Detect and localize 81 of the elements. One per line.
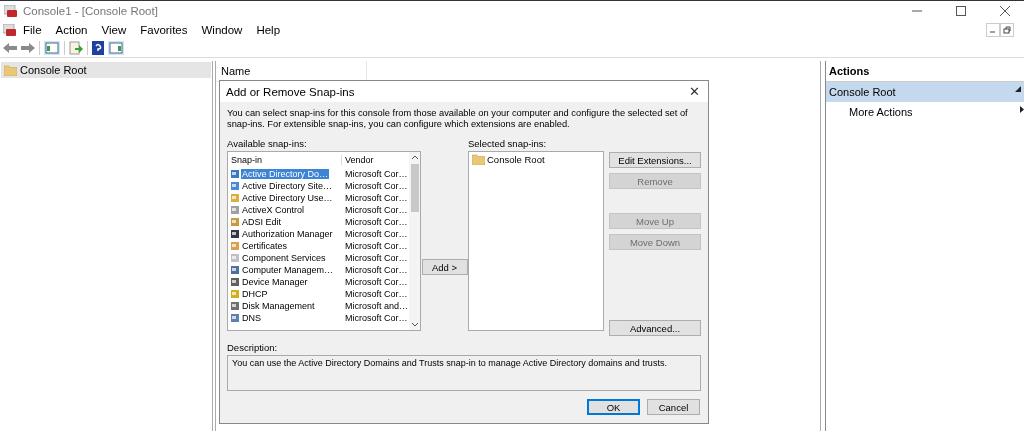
action-item[interactable]: More Actions [826,102,1024,122]
vendor-cell-text: Microsoft Cor… [344,217,408,227]
snap-in-name[interactable]: Disk Management [241,301,316,311]
folder-icon [4,64,17,76]
snap-in-icon [230,289,240,299]
snap-in-name[interactable]: Active Directory Use… [241,193,334,203]
vendor-cell-text: Microsoft Cor… [344,265,408,275]
snap-in-icon [230,193,240,203]
vendor-cell-text: Microsoft Cor… [344,241,408,251]
vendor-cell-text: Microsoft Cor… [344,313,408,323]
column-header[interactable]: Snap-in [228,155,342,165]
restore-icon[interactable] [1000,23,1014,37]
menu-item[interactable]: File [16,24,49,36]
scrollbar-thumb[interactable] [410,164,419,212]
snap-in-icon [230,313,240,323]
snap-in-icon [230,277,240,287]
window-title: Console1 - [Console Root] [23,5,158,17]
snap-in-icon [230,181,240,191]
vendor-cell-text: Microsoft Cor… [344,169,408,179]
dialog-button[interactable]: Cancel [647,399,700,415]
snap-in-name[interactable]: Active Directory Do… [241,169,330,179]
action-section-header[interactable]: Console Root [826,82,1024,102]
menu-item[interactable]: Help [249,24,288,36]
snap-in-icon [230,301,240,311]
export-icon[interactable] [69,41,83,55]
snap-in-icon [230,265,240,275]
collapse-icon[interactable] [1015,86,1021,92]
snap-in-name[interactable]: Authorization Manager [241,229,334,239]
vendor-cell-text: Microsoft and… [344,301,409,311]
menu-item[interactable]: Favorites [133,24,195,36]
vendor-cell-text: Microsoft Cor… [344,289,408,299]
snap-in-name[interactable]: DNS [241,313,262,323]
dialog-button[interactable]: Advanced... [609,320,701,336]
submenu-arrow-icon [1020,106,1024,113]
tree-item[interactable]: Console Root [1,62,211,78]
dialog-button[interactable]: Edit Extensions... [609,152,701,168]
back-icon[interactable] [3,42,17,54]
snap-in-icon [230,217,240,227]
selected-list[interactable]: Console Root [468,151,604,331]
add-button[interactable]: Add > [421,259,468,275]
snap-in-name[interactable]: Device Manager [241,277,309,287]
snap-in-name[interactable]: ADSI Edit [241,217,282,227]
selected-item[interactable]: Console Root [469,152,603,167]
list-label: Available snap-ins: [227,138,308,149]
snap-in-icon [230,253,240,263]
snap-in-name[interactable]: Component Services [241,253,327,263]
snap-in-icon [230,205,240,215]
menu-item[interactable]: Window [194,24,250,36]
snap-in-name[interactable]: Certificates [241,241,288,251]
snap-in-list[interactable] [227,151,421,331]
vendor-cell-text: Microsoft Cor… [344,277,408,287]
vendor-cell-text: Microsoft Cor… [344,193,408,203]
description-label: Description: [227,342,279,353]
snap-in-name[interactable]: Computer Managem… [241,265,335,275]
folder-icon [472,154,485,165]
help-icon[interactable] [92,41,104,55]
snap-in-name[interactable]: DHCP [241,289,269,299]
snap-in-icon [230,169,240,179]
app-icon [4,5,17,17]
minimize-icon[interactable] [986,23,1000,37]
dialog-button[interactable]: OK [587,399,640,415]
vendor-cell-text: Microsoft Cor… [344,229,408,239]
forward-icon[interactable] [21,42,35,54]
console-tree-icon[interactable] [44,41,60,55]
menu-item[interactable]: Action [48,24,95,36]
snap-in-name[interactable]: ActiveX Control [241,205,306,215]
list-label: Selected snap-ins: [468,138,548,149]
column-header[interactable]: Vendor [342,155,374,165]
close-button[interactable]: ✕ [680,84,708,99]
description-text: You can use the Active Directory Domains and Trusts snap-in to manage Active Directory domains and trusts. [227,355,701,391]
dialog-title: Add or Remove Snap-ins [226,85,355,98]
intro-text: You can select snap-ins for this console from those available on your computer and configure the selected set of snap-ins. For extensible snap-ins, you can configure which extensions are enabled. [227,108,689,130]
snap-in-name[interactable]: Active Directory Site… [241,181,334,191]
menu-item[interactable]: View [94,24,134,36]
action-pane-icon[interactable] [108,41,124,55]
app-icon [3,24,16,36]
vendor-cell-text: Microsoft Cor… [344,181,408,191]
vendor-cell-text: Microsoft Cor… [344,205,408,215]
snap-in-icon [230,241,240,251]
vendor-cell-text: Microsoft Cor… [344,253,408,263]
snap-in-icon [230,229,240,239]
